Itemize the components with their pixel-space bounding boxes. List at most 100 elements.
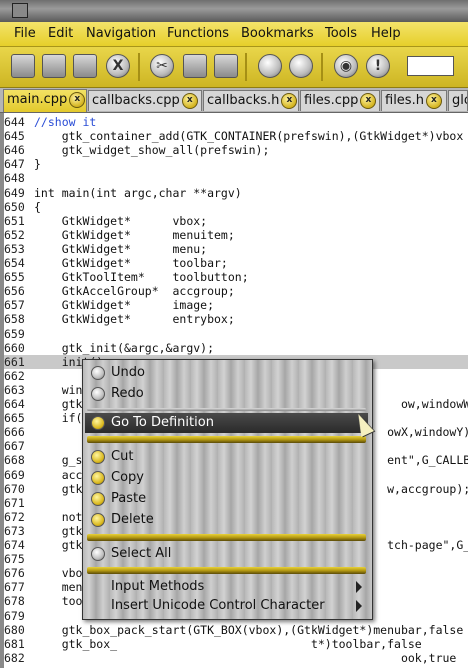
tab-main-cpp[interactable]: main.cpp x bbox=[3, 89, 87, 112]
menu-item-label: Paste bbox=[111, 491, 147, 506]
code-line[interactable]: 650 { bbox=[4, 200, 468, 214]
line-number: 658 bbox=[4, 312, 25, 327]
forward-icon[interactable] bbox=[289, 54, 313, 78]
close-tab-icon[interactable]: x bbox=[181, 92, 198, 109]
code-line[interactable]: 659 bbox=[4, 327, 468, 341]
line-source: GtkWidget* vbox; bbox=[34, 213, 208, 228]
code-line[interactable]: 647} bbox=[4, 157, 468, 171]
code-line[interactable]: 657 GtkWidget* image; bbox=[4, 298, 468, 312]
code-line[interactable]: 651 GtkWidget* vbox; bbox=[4, 214, 468, 228]
new-icon[interactable] bbox=[11, 54, 35, 78]
menu-item-delete[interactable]: Delete bbox=[85, 510, 368, 530]
copy-icon bbox=[91, 471, 105, 485]
line-number: 663 bbox=[4, 382, 25, 397]
menu-item-label: Input Methods bbox=[111, 579, 205, 594]
code-line[interactable]: 646 gtk_widget_show_all(prefswin); bbox=[4, 143, 468, 157]
cut-icon bbox=[91, 450, 105, 464]
code-line[interactable]: 660 gtk_init(&argc,&argv); bbox=[4, 341, 468, 355]
line-source: gtk_box_ t*)toolbar,false bbox=[34, 636, 422, 651]
menu-tools[interactable]: Tools bbox=[325, 26, 357, 41]
menu-bookmarks[interactable]: Bookmarks bbox=[241, 26, 314, 41]
menu-item-cut[interactable]: Cut bbox=[85, 447, 368, 467]
line-number: 651 bbox=[4, 213, 25, 228]
line-number: 660 bbox=[4, 340, 25, 355]
line-number: 675 bbox=[4, 552, 25, 567]
code-line[interactable]: 649 int main(int argc,char **argv) bbox=[4, 186, 468, 200]
window-menu-button[interactable] bbox=[12, 3, 28, 18]
menu-item-input-methods[interactable]: Input Methods bbox=[85, 577, 368, 597]
toolbar-separator bbox=[321, 53, 323, 81]
line-source: gtk_widget_show_all(prefswin); bbox=[34, 143, 270, 158]
line-number: 677 bbox=[4, 580, 25, 595]
cut-icon[interactable]: ✂ bbox=[150, 54, 174, 78]
line-source: GtkToolItem* toolbutton; bbox=[34, 270, 249, 285]
menu-item-undo[interactable]: Undo bbox=[85, 363, 368, 383]
menu-separator bbox=[87, 567, 366, 574]
line-number: 665 bbox=[4, 411, 25, 426]
tab-bar: main.cpp x callbacks.cpp x callbacks.h x fi… bbox=[0, 88, 468, 113]
menu-help[interactable]: Help bbox=[371, 26, 401, 41]
line-source: GtkAccelGroup* accgroup; bbox=[34, 284, 235, 299]
back-icon[interactable] bbox=[258, 54, 282, 78]
close-tab-icon[interactable]: x bbox=[360, 92, 377, 109]
code-line[interactable]: 655 GtkToolItem* toolbutton; bbox=[4, 270, 468, 284]
code-line[interactable]: 681 gtk_box_ t*)toolbar,false bbox=[4, 637, 468, 651]
menu-item-go-to-definition[interactable]: Go To Definition bbox=[85, 413, 368, 433]
close-icon[interactable]: X bbox=[106, 54, 130, 78]
code-line[interactable]: 654 GtkWidget* toolbar; bbox=[4, 256, 468, 270]
line-number: 662 bbox=[4, 368, 25, 383]
menu-item-label: Go To Definition bbox=[111, 415, 214, 430]
line-source: acc bbox=[34, 467, 83, 482]
paste-icon[interactable] bbox=[214, 54, 238, 78]
code-line[interactable]: 645 gtk_container_add(GTK_CONTAINER(pref… bbox=[4, 129, 468, 143]
open-icon[interactable] bbox=[42, 54, 66, 78]
menu-item-select-all[interactable]: Select All bbox=[85, 544, 368, 564]
code-line[interactable]: 648 bbox=[4, 171, 468, 185]
preview-icon[interactable]: ◉ bbox=[334, 54, 358, 78]
close-tab-icon[interactable]: x bbox=[425, 92, 442, 109]
code-line[interactable]: 644 //show it bbox=[4, 115, 468, 129]
toolbar-search-input[interactable] bbox=[407, 56, 454, 76]
window-titlebar bbox=[0, 0, 468, 23]
code-line[interactable]: 652 GtkWidget* menuitem; bbox=[4, 228, 468, 242]
toolbar: X ✂ ◉ ! bbox=[0, 47, 468, 88]
menu-item-label: Select All bbox=[111, 546, 172, 561]
close-tab-icon[interactable]: x bbox=[69, 91, 86, 108]
line-number: 649 bbox=[4, 185, 25, 200]
tab-callbacks-h[interactable]: callbacks.h x bbox=[203, 90, 299, 111]
code-line[interactable]: 656 GtkAccelGroup* accgroup; bbox=[4, 284, 468, 298]
tab-glo[interactable]: glo bbox=[448, 90, 468, 111]
toolbar-separator bbox=[245, 53, 247, 81]
menu-file[interactable]: File bbox=[14, 26, 36, 41]
code-line[interactable]: 658 GtkWidget* entrybox; bbox=[4, 312, 468, 326]
line-number: 659 bbox=[4, 326, 25, 341]
menu-item-redo[interactable]: Redo bbox=[85, 384, 368, 404]
code-line[interactable]: 680 gtk_box_pack_start(GTK_BOX(vbox),(Gt… bbox=[4, 623, 468, 637]
save-icon[interactable] bbox=[73, 54, 97, 78]
line-source: //show it bbox=[34, 115, 97, 129]
code-line[interactable]: 682 ook,true bbox=[4, 651, 468, 665]
menu-item-copy[interactable]: Copy bbox=[85, 468, 368, 488]
tab-files-cpp[interactable]: files.cpp x bbox=[300, 90, 380, 111]
menu-functions[interactable]: Functions bbox=[167, 26, 229, 41]
line-source: int main(int argc,char **argv) bbox=[34, 185, 242, 200]
menu-item-insert-unicode[interactable]: Insert Unicode Control Character bbox=[85, 596, 368, 616]
help-icon[interactable]: ! bbox=[366, 54, 390, 78]
line-source: too bbox=[34, 594, 83, 609]
tab-files-h[interactable]: files.h x bbox=[381, 90, 447, 111]
line-number: 648 bbox=[4, 171, 25, 186]
submenu-arrow-icon bbox=[356, 600, 362, 612]
menu-item-paste[interactable]: Paste bbox=[85, 489, 368, 509]
line-number: 646 bbox=[4, 143, 25, 158]
context-menu: Undo Redo Go To Definition Cut Copy Past… bbox=[82, 359, 373, 620]
copy-icon[interactable] bbox=[183, 54, 207, 78]
tab-callbacks-cpp[interactable]: callbacks.cpp x bbox=[88, 90, 202, 111]
menu-edit[interactable]: Edit bbox=[48, 26, 73, 41]
line-source: vbo bbox=[34, 566, 83, 581]
line-source: GtkWidget* toolbar; bbox=[34, 256, 228, 270]
code-line[interactable]: 653 GtkWidget* menu; bbox=[4, 242, 468, 256]
tab-label: files.h bbox=[385, 93, 424, 108]
menu-navigation[interactable]: Navigation bbox=[86, 26, 156, 41]
close-tab-icon[interactable]: x bbox=[281, 92, 298, 109]
menu-item-label: Undo bbox=[111, 365, 145, 380]
